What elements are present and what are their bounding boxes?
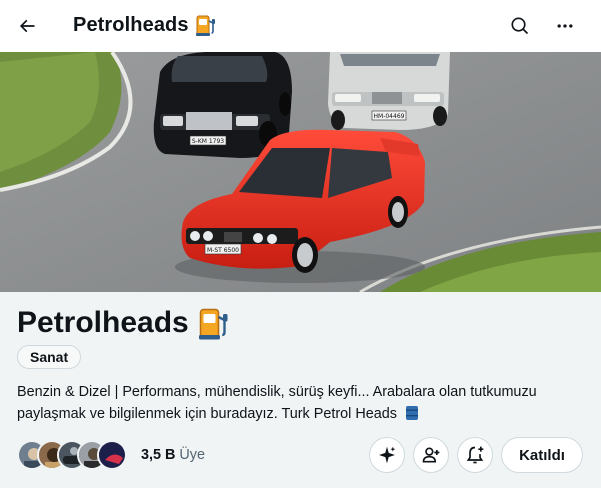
bell-plus-icon (466, 446, 484, 464)
invite-member-button[interactable] (413, 437, 449, 473)
community-title-text: Petrolheads (17, 306, 189, 339)
top-bar: Petrolheads (0, 0, 601, 52)
community-description: Benzin & Dizel | Performans, mühendislik… (17, 381, 587, 425)
add-user-icon (422, 447, 440, 463)
category-tag[interactable]: Sanat (17, 345, 82, 369)
cars-banner-image: S-KM 1793 HM-04469 M-ST 6500 (0, 52, 601, 292)
member-avatar (97, 440, 127, 470)
category-tag-label: Sanat (30, 349, 69, 365)
description-line-2: paylaşmak ve bilgilenmek için buradayız.… (17, 403, 587, 425)
header-title-text: Petrolheads (73, 13, 189, 36)
member-count: 3,5 B Üye (141, 447, 205, 463)
member-count-label: Üye (179, 447, 205, 463)
more-horizontal-icon (557, 24, 573, 28)
search-icon (511, 17, 529, 35)
back-button[interactable] (10, 9, 44, 43)
sparkle-icon (379, 446, 396, 464)
silver-car-plate: HM-04469 (374, 113, 405, 120)
member-count-value: 3,5 B (141, 447, 176, 463)
header-title: Petrolheads (73, 13, 217, 37)
community-banner: S-KM 1793 HM-04469 M-ST 6500 (0, 52, 601, 292)
joined-button-label: Katıldı (519, 446, 565, 464)
oil-barrel-icon (405, 406, 418, 420)
joined-button[interactable]: Katıldı (501, 437, 583, 473)
search-button[interactable] (503, 9, 537, 43)
fuel-pump-icon (198, 308, 228, 340)
description-line-1: Benzin & Dizel | Performans, mühendislik… (17, 384, 537, 400)
arrow-left-icon (19, 19, 35, 33)
ai-sparkle-button[interactable] (369, 437, 405, 473)
red-car-plate: M-ST 6500 (207, 247, 239, 254)
community-title: Petrolheads (17, 305, 231, 341)
more-options-button[interactable] (548, 9, 582, 43)
member-facepile[interactable]: 3,5 B Üye (17, 439, 205, 471)
description-line-2-text: paylaşmak ve bilgilenmek için buradayız.… (17, 406, 397, 422)
silver-car: HM-04469 (328, 52, 450, 130)
fuel-pump-icon (195, 15, 215, 36)
black-car-plate: S-KM 1793 (192, 138, 224, 145)
notifications-button[interactable] (457, 437, 493, 473)
